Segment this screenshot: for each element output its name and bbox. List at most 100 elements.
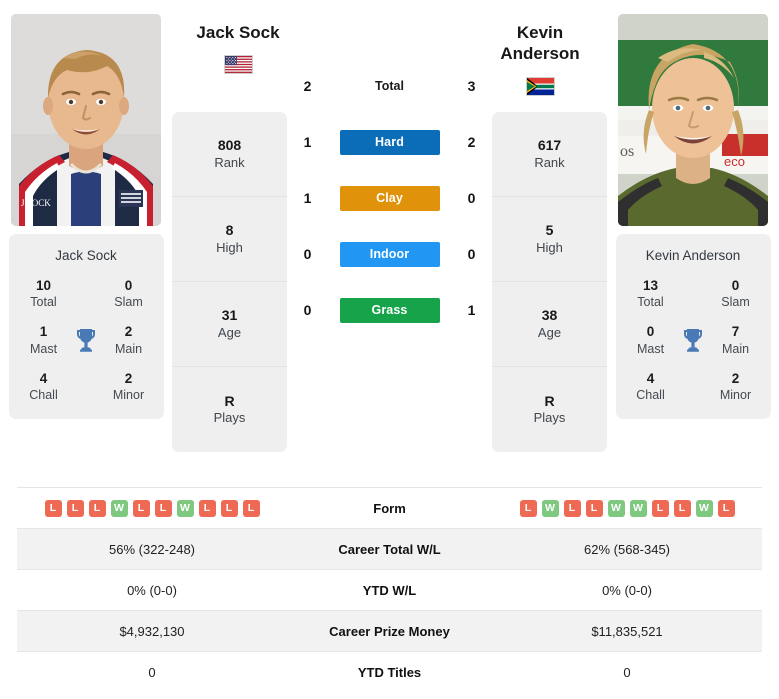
table-row-career-prize-money: $4,932,130 Career Prize Money $11,835,52… — [17, 610, 762, 652]
right-player-name-line2[interactable]: Anderson — [500, 43, 579, 64]
right-main-titles: 7 Main — [711, 323, 761, 356]
h2h-row-indoor: 0 Indoor 0 — [295, 226, 485, 282]
form-badge[interactable]: L — [154, 499, 172, 517]
left-challenger-titles-label: Chall — [29, 387, 58, 402]
left-rank-row: 808 Rank — [172, 112, 287, 197]
form-badge[interactable]: L — [717, 499, 735, 517]
form-badge[interactable]: W — [110, 499, 128, 517]
h2h-grass-right-score: 1 — [467, 302, 476, 318]
row-label-ytd-wl: YTD W/L — [362, 582, 417, 598]
left-ytd-titles: 0 — [148, 664, 156, 680]
left-player-header: Jack Sock — [163, 22, 313, 75]
surface-badge-clay[interactable]: Clay — [339, 185, 440, 211]
table-row-ytd-wl: 0% (0-0) YTD W/L 0% (0-0) — [17, 569, 762, 611]
right-total-titles-label: Total — [637, 295, 664, 310]
h2h-clay-left-score: 1 — [303, 190, 312, 206]
right-total-titles-value: 13 — [642, 278, 659, 293]
right-plays-row: R Plays — [492, 367, 607, 452]
form-badge[interactable]: L — [563, 499, 581, 517]
h2h-indoor-left-score: 0 — [303, 246, 312, 262]
right-rank-label: Rank — [534, 154, 565, 170]
left-main-titles-value: 2 — [124, 324, 133, 340]
right-slam-titles-label: Slam — [721, 295, 750, 310]
surface-badge-hard[interactable]: Hard — [339, 129, 440, 155]
right-main-titles-value: 7 — [731, 324, 740, 340]
flag-usa-icon — [223, 55, 253, 75]
form-badge[interactable]: L — [673, 499, 691, 517]
left-masters-titles-value: 1 — [39, 324, 48, 340]
form-badge[interactable]: L — [220, 499, 238, 517]
form-badge[interactable]: W — [541, 499, 559, 517]
h2h-hard-badge-wrap: Hard — [321, 129, 459, 155]
right-form-cell: L W L L W W L L W L — [492, 488, 762, 529]
form-badge[interactable]: W — [607, 499, 625, 517]
left-slam-titles: 0 Slam — [104, 277, 154, 310]
form-badge[interactable]: L — [519, 499, 537, 517]
left-minor-titles: 2 Minor — [104, 370, 154, 403]
right-titles-row-3: 4 Chall 2 Minor — [620, 370, 767, 403]
right-player-column: eco os Kevin Anderson 13 Total 0 Slam 0 … — [607, 0, 779, 419]
right-rank-card: 617 Rank 5 High 38 Age R Plays — [492, 112, 607, 452]
left-slam-titles-label: Slam — [114, 295, 143, 310]
right-player-name-line1[interactable]: Kevin — [517, 22, 563, 43]
form-badge[interactable]: L — [66, 499, 84, 517]
flag-south-africa-icon — [525, 76, 555, 96]
svg-text:J.SOCK: J.SOCK — [21, 198, 51, 208]
h2h-row-grass: 0 Grass 1 — [295, 282, 485, 338]
right-challenger-titles-label: Chall — [636, 387, 665, 402]
right-player-photo: eco os — [618, 14, 768, 226]
left-form-cell: L L L W L L W L L L — [17, 488, 287, 529]
right-total-titles: 13 Total — [626, 277, 676, 310]
right-minor-titles-label: Minor — [719, 387, 752, 402]
form-badge[interactable]: L — [651, 499, 669, 517]
right-plays-label: Plays — [533, 410, 566, 426]
left-player-photo: J.SOCK — [11, 14, 161, 226]
surface-badge-indoor[interactable]: Indoor — [339, 241, 440, 267]
left-age-row: 31 Age — [172, 282, 287, 367]
form-badge[interactable]: L — [198, 499, 216, 517]
h2h-grass-left-score: 0 — [303, 302, 312, 318]
form-badge[interactable]: W — [176, 499, 194, 517]
svg-text:eco: eco — [724, 154, 745, 169]
right-high-row: 5 High — [492, 197, 607, 282]
form-badge[interactable]: W — [695, 499, 713, 517]
table-row-ytd-titles: 0 YTD Titles 0 — [17, 651, 762, 693]
right-age-value: 38 — [541, 307, 558, 324]
h2h-indoor-badge-wrap: Indoor — [321, 241, 459, 267]
form-badge[interactable]: L — [88, 499, 106, 517]
left-masters-titles: 1 Mast — [19, 323, 69, 356]
h2h-indoor-right-score: 0 — [467, 246, 476, 262]
stats-comparison-table: L L L W L L W L L L Form L W L L W W L L… — [17, 487, 762, 693]
form-badge[interactable]: W — [629, 499, 647, 517]
right-age-row: 38 Age — [492, 282, 607, 367]
left-age-label: Age — [217, 324, 242, 340]
right-rank-row: 617 Rank — [492, 112, 607, 197]
h2h-row-clay: 1 Clay 0 — [295, 170, 485, 226]
right-masters-titles-label: Mast — [636, 341, 665, 356]
left-titles-row-1: 10 Total 0 Slam — [13, 277, 160, 310]
right-slam-titles: 0 Slam — [711, 277, 761, 310]
form-badge[interactable]: L — [44, 499, 62, 517]
surface-badge-grass[interactable]: Grass — [339, 297, 440, 323]
right-masters-titles-value: 0 — [646, 324, 655, 340]
right-career-total-wl: 62% (568-345) — [584, 541, 670, 557]
right-challenger-titles: 4 Chall — [626, 370, 676, 403]
form-badge[interactable]: L — [585, 499, 603, 517]
left-challenger-titles-value: 4 — [39, 370, 48, 386]
right-high-value: 5 — [545, 222, 554, 239]
table-row-form: L L L W L L W L L L Form L W L L W W L L… — [17, 487, 762, 529]
right-player-header: Kevin Anderson — [465, 22, 615, 96]
right-plays-value: R — [544, 392, 555, 409]
row-label-ytd-titles: YTD Titles — [357, 664, 422, 680]
left-age-value: 31 — [221, 307, 238, 324]
left-total-titles-value: 10 — [35, 278, 52, 293]
form-badge[interactable]: L — [242, 499, 260, 517]
left-player-name[interactable]: Jack Sock — [196, 22, 279, 43]
left-main-titles-label: Main — [114, 341, 143, 356]
form-badge[interactable]: L — [132, 499, 150, 517]
left-high-label: High — [216, 239, 243, 255]
right-form-strip: L W L L W W L L W L — [492, 499, 762, 517]
left-career-total-wl: 56% (322-248) — [109, 541, 195, 557]
left-player-column: J.SOCK Jack Sock 10 Total 0 Slam 1 Mast … — [0, 0, 172, 419]
left-rank-value: 808 — [217, 137, 242, 154]
